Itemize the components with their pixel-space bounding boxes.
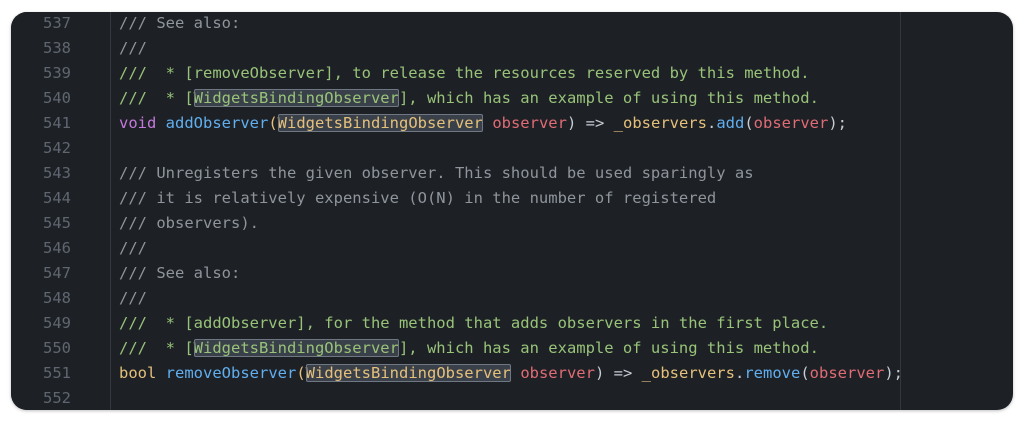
code-line[interactable]: 542 [11,136,1013,161]
code-token: /// it is relatively expensive (O(N) in … [119,189,717,207]
code-editor-window: 537/// See also: 538///539/// * [removeOb… [11,12,1013,410]
code-token: /// observers). [119,214,259,232]
code-token: ], which has an example of using this me… [398,89,819,107]
code-token: /// * [addObserver], for the method that… [119,314,829,332]
line-number: 550 [43,339,71,357]
code-line[interactable]: 552 [11,386,1013,410]
code-token: /// * [ [119,339,194,357]
code-token: /// * [ [119,89,194,107]
code-line[interactable]: 541 void addObserver(WidgetsBindingObserv… [11,111,1013,136]
line-code[interactable]: bool removeObserver(WidgetsBindingObserv… [119,361,903,386]
highlighted-token: WidgetsBindingObserver [193,89,399,107]
code-lines[interactable]: 537/// See also: 538///539/// * [removeOb… [11,12,1013,410]
line-code[interactable]: /// observers). [119,211,259,236]
code-token: ); [828,114,847,132]
code-token: _observers [613,114,707,132]
code-token: ( [800,364,810,382]
code-token: remove [744,364,801,382]
line-code[interactable]: /// * [WidgetsBindingObserver], which ha… [119,336,819,361]
code-token: observer [809,364,885,382]
code-token: removeObserver [165,364,297,382]
code-line[interactable]: 546 /// [11,236,1013,261]
line-number: 542 [43,139,71,157]
code-token: ( [268,114,278,132]
line-code[interactable]: /// * [addObserver], for the method that… [119,311,828,336]
code-token: observer [753,114,829,132]
code-token: /// * [removeObserver], to release the r… [119,64,810,82]
code-token: _observers [641,364,735,382]
code-token: ], which has an example of using this me… [398,339,819,357]
line-code[interactable]: /// [119,286,147,311]
line-code[interactable]: /// See also: [119,261,240,286]
code-token: . [734,364,745,382]
line-number: 548 [43,289,71,307]
line-code[interactable]: /// * [removeObserver], to release the r… [119,61,810,86]
code-line[interactable]: 544 /// it is relatively expensive (O(N) … [11,186,1013,211]
code-token: observer [510,364,595,382]
line-code[interactable]: /// Unregisters the given observer. This… [119,161,754,186]
line-number: 552 [43,389,71,407]
code-line[interactable]: 538 /// [11,36,1013,61]
line-number: 537 [43,14,71,32]
code-token: void [119,114,166,132]
code-line[interactable]: 551 bool removeObserver(WidgetsBindingObs… [11,361,1013,386]
line-number: 541 [43,114,71,132]
line-number: 539 [43,64,71,82]
line-code[interactable]: /// it is relatively expensive (O(N) in … [119,186,716,211]
code-token: ( [296,364,306,382]
line-number: 545 [43,214,71,232]
code-token: ( [744,114,754,132]
line-code[interactable]: /// * [WidgetsBindingObserver], which ha… [119,86,819,111]
code-line[interactable]: 539 /// * [removeObserver], to release th… [11,61,1013,86]
code-token: /// [119,39,147,57]
highlighted-token: WidgetsBindingObserver [305,364,511,382]
highlighted-token: WidgetsBindingObserver [277,114,483,132]
line-number: 544 [43,189,71,207]
code-token: addObserver [165,114,269,132]
line-number: 551 [43,364,71,382]
line-number: 547 [43,264,71,282]
line-code[interactable]: /// [119,236,147,261]
line-code[interactable]: /// [119,36,147,61]
code-line[interactable]: 548 /// [11,286,1013,311]
code-token: ) => [566,114,614,132]
line-number: 546 [43,239,71,257]
code-line[interactable]: 537 /// See also: [11,12,1013,36]
code-token: /// See also: [119,264,241,282]
code-line[interactable]: 545 /// observers). [11,211,1013,236]
code-token: bool [119,364,166,382]
line-number: 549 [43,314,71,332]
code-token: ) => [594,364,642,382]
code-token: . [706,114,717,132]
code-line[interactable]: 550 /// * [WidgetsBindingObserver], which… [11,336,1013,361]
code-token: /// See also: [119,14,241,32]
code-token: /// [119,239,147,257]
line-code[interactable]: /// See also: [119,12,240,36]
code-line[interactable]: 543 /// Unregisters the given observer. T… [11,161,1013,186]
code-token: add [716,114,745,132]
code-token: observer [482,114,567,132]
code-token: ); [884,364,903,382]
line-number: 538 [43,39,71,57]
highlighted-token: WidgetsBindingObserver [193,339,399,357]
code-line[interactable]: 547 /// See also: [11,261,1013,286]
code-token: /// [119,289,147,307]
code-token: /// Unregisters the given observer. This… [119,164,754,182]
code-line[interactable]: 540 /// * [WidgetsBindingObserver], which… [11,86,1013,111]
line-number: 540 [43,89,71,107]
line-code[interactable]: void addObserver(WidgetsBindingObserver … [119,111,847,136]
code-line[interactable]: 549 /// * [addObserver], for the method t… [11,311,1013,336]
line-number: 543 [43,164,71,182]
